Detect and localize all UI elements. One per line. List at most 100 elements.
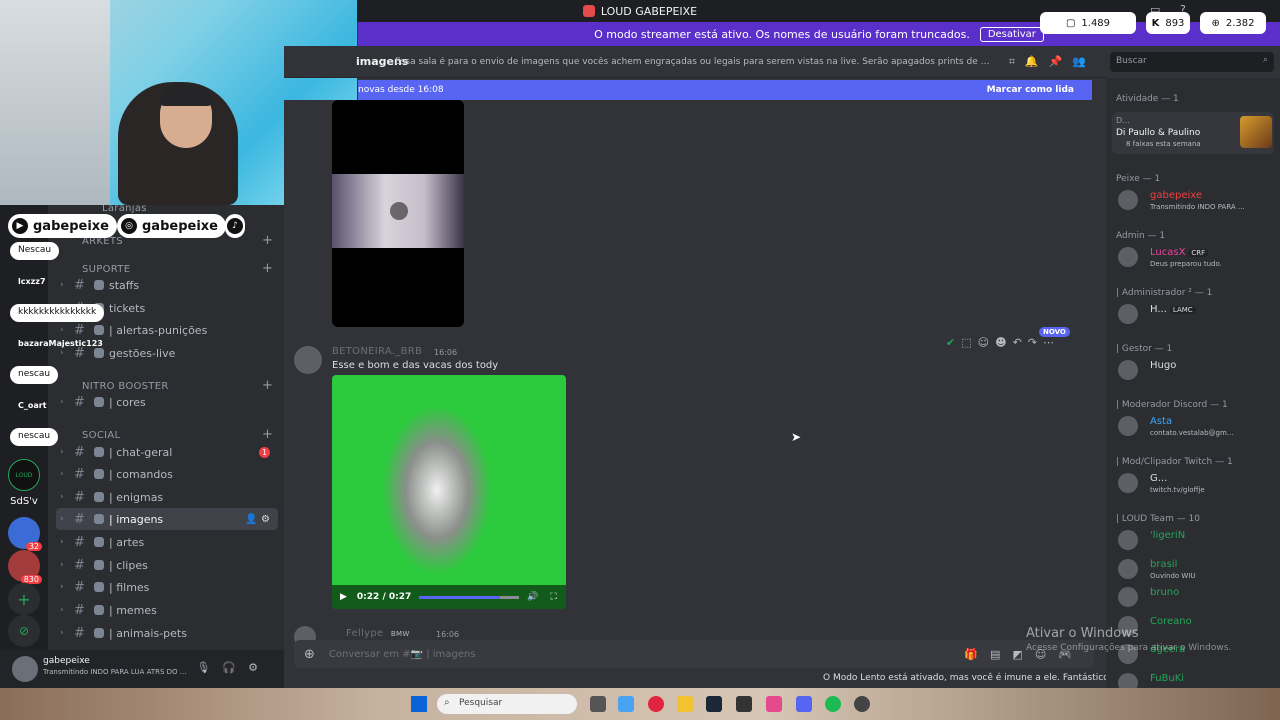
member-group-header: Admin — 1 xyxy=(1116,231,1166,241)
member-name: 'ligeriN xyxy=(1150,530,1186,541)
channel-name: | clipes xyxy=(109,558,148,572)
pin-icon[interactable]: 📌 xyxy=(1049,55,1073,68)
hashtag-icon: # xyxy=(74,444,85,460)
opera-icon[interactable] xyxy=(648,696,664,712)
volume-icon[interactable]: 🔊 xyxy=(527,592,538,602)
taskbar-search-input[interactable]: ⌕ Pesquisar xyxy=(437,694,577,714)
add-server-button[interactable]: + xyxy=(8,583,40,615)
settings-gear-icon[interactable]: ⚙ xyxy=(248,661,270,674)
member-item[interactable]: gabepeixe Transmitindo INDO PARA ... xyxy=(1118,188,1278,214)
gift-icon[interactable]: 🎁 xyxy=(964,648,990,661)
user-name[interactable]: gabepeixe xyxy=(43,656,90,666)
overlay-chat-user: bazaraMajestic123 xyxy=(18,339,103,348)
members-icon[interactable]: 👥 xyxy=(1072,55,1096,68)
obs-icon[interactable] xyxy=(854,696,870,712)
settings-gear-icon[interactable]: ⚙ xyxy=(261,514,270,525)
add-reaction-icon[interactable]: ☻ xyxy=(995,336,1012,349)
server-icon-1[interactable]: 32 xyxy=(8,517,42,551)
emoji-reaction-icon[interactable]: ☺ xyxy=(978,336,995,349)
member-item[interactable]: bruno xyxy=(1118,585,1278,611)
message-author[interactable]: Fellype BMW xyxy=(346,628,410,639)
message-composer[interactable]: ⊕ Conversar em #📷 | imagens 🎁▤◩☺🎮 xyxy=(294,640,1094,668)
file-explorer-icon[interactable] xyxy=(677,696,693,712)
author-tag: BMW xyxy=(390,630,410,638)
create-channel-icon[interactable]: + xyxy=(262,427,273,442)
task-view-icon[interactable] xyxy=(590,696,606,712)
channel-item[interactable]: › # | cores xyxy=(56,391,278,413)
create-channel-icon[interactable]: + xyxy=(262,233,273,248)
disable-streamer-mode-button[interactable]: Desativar xyxy=(979,26,1044,42)
channel-item[interactable]: › # | imagens 👤 ⚙ xyxy=(56,508,278,530)
activity-card[interactable]: D... Di Paullo & Paulino 8 faixas esta s… xyxy=(1112,112,1274,154)
headphones-icon[interactable]: 🎧 xyxy=(222,661,248,674)
channel-category[interactable]: SOCIAL xyxy=(82,430,120,441)
social-youtube: ▶ gabepeixe xyxy=(8,214,117,238)
chevron-right-icon: › xyxy=(60,447,64,457)
new-messages-bar[interactable]: novas desde 16:08 Marcar como lida xyxy=(358,80,1092,100)
windows-start-icon[interactable] xyxy=(411,696,427,712)
channel-item[interactable]: › # | artes xyxy=(56,531,278,553)
member-item[interactable]: G... twitch.tv/gloffje xyxy=(1118,471,1278,497)
channel-topic[interactable]: Essa sala é para o envio de imagens que … xyxy=(395,57,995,67)
invite-icon[interactable]: 👤 xyxy=(245,514,257,525)
member-item[interactable]: Coreano xyxy=(1118,614,1278,640)
threads-icon[interactable]: ⌗ xyxy=(1009,55,1025,68)
play-icon[interactable]: ▶ xyxy=(340,592,347,602)
explore-servers-button[interactable]: ⊘ xyxy=(8,615,40,647)
more-icon[interactable]: ⋯ xyxy=(1043,336,1060,349)
select-icon[interactable]: ⬚ xyxy=(961,336,977,349)
channel-item[interactable]: › # | clipes xyxy=(56,554,278,576)
avatar[interactable] xyxy=(294,346,322,374)
copilot-icon[interactable] xyxy=(618,696,634,712)
play-icon[interactable] xyxy=(390,202,408,220)
member-name: Coreano xyxy=(1150,615,1192,627)
video-attachment[interactable] xyxy=(332,100,464,327)
app-icon[interactable] xyxy=(736,696,752,712)
member-item[interactable]: Asta contato.vestalab@gm... xyxy=(1118,414,1278,440)
fullscreen-icon[interactable]: ⛶ xyxy=(550,592,556,602)
member-group-header: | Gestor — 1 xyxy=(1116,344,1173,354)
spotify-icon[interactable] xyxy=(825,696,841,712)
member-item[interactable]: brasil Ouvindo WIU xyxy=(1118,557,1278,583)
server-sdsv[interactable]: SdS'v xyxy=(8,485,40,517)
add-attachment-icon[interactable]: ⊕ xyxy=(304,647,315,662)
channel-item[interactable]: › # | alertas-punições xyxy=(56,319,278,341)
bell-icon[interactable]: 🔔 xyxy=(1025,55,1049,68)
video-progress-bar[interactable] xyxy=(419,595,520,599)
search-input[interactable]: Buscar ⌕ xyxy=(1110,52,1274,72)
app-logo-icon xyxy=(582,5,595,17)
channel-name: | memes xyxy=(109,603,157,617)
channel-emoji-icon xyxy=(94,628,104,638)
channel-item[interactable]: › # | comandos xyxy=(56,463,278,485)
channel-item[interactable]: › # | chat-geral 1 xyxy=(56,441,278,463)
reply-icon[interactable]: ↶ xyxy=(1013,336,1028,349)
channel-item[interactable]: › # | enigmas xyxy=(56,486,278,508)
hashtag-icon: # xyxy=(74,557,85,573)
video-attachment[interactable]: ▶ 0:22 / 0:27 🔊 ⛶ xyxy=(332,375,566,609)
mark-as-read-button[interactable]: Marcar como lida xyxy=(987,85,1074,95)
member-item[interactable]: Hugo xyxy=(1118,358,1278,384)
member-name: Hugo xyxy=(1150,360,1177,371)
discord-icon[interactable] xyxy=(796,696,812,712)
channel-item[interactable]: › # | filmes xyxy=(56,576,278,598)
channel-item[interactable]: › # | animais-pets xyxy=(56,622,278,644)
server-icon-2[interactable]: 830 xyxy=(8,550,42,584)
steam-icon[interactable] xyxy=(706,696,722,712)
slack-icon[interactable] xyxy=(766,696,782,712)
channel-item[interactable]: › # | memes xyxy=(56,599,278,621)
member-item[interactable]: LucasX CRF Deus preparou tudo. xyxy=(1118,245,1278,271)
member-avatar xyxy=(1118,304,1138,324)
channel-name: tickets xyxy=(109,301,146,315)
member-item[interactable]: H... LAMC xyxy=(1118,302,1278,328)
user-avatar[interactable] xyxy=(12,656,38,682)
member-name-row: G... xyxy=(1150,473,1167,484)
gif-icon[interactable]: ▤ xyxy=(990,648,1012,661)
microphone-icon[interactable]: 🎙 xyxy=(196,661,222,674)
forward-icon[interactable]: ↷ xyxy=(1028,336,1043,349)
message-author[interactable]: BETONEIRA._BRB xyxy=(332,346,422,357)
youtube-icon: ▶ xyxy=(12,218,28,234)
channel-item[interactable]: › # staffs xyxy=(56,274,278,296)
member-item[interactable]: 'ligeriN xyxy=(1118,528,1278,554)
member-name: G... xyxy=(1150,473,1168,484)
reaction-check-icon[interactable]: ✔ xyxy=(946,336,961,349)
